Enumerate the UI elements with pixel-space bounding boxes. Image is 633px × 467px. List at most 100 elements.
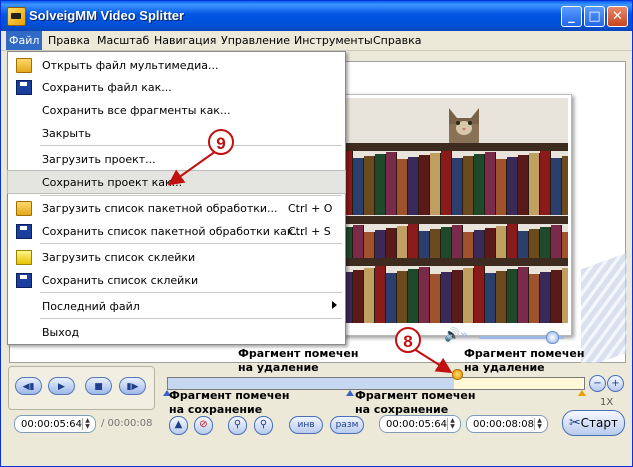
menu-separator [40,292,342,293]
book-spine [474,266,485,323]
book-spine [463,232,474,258]
book-spine [485,152,496,215]
stop-button[interactable]: ■ [85,377,112,395]
prev-frame-button[interactable]: ◀▮ [15,377,42,395]
menu-item-load-join-list[interactable]: Загрузить список склейки [8,246,345,268]
book-spine [518,155,529,215]
book-spine [551,270,562,323]
menu-scale[interactable]: Масштаб [97,34,149,47]
total-time-label: / 00:00:08 [101,418,153,429]
book-spine [375,154,386,215]
book-spine [397,271,408,323]
minimize-button[interactable]: _ [561,6,582,27]
callout-nine: 9 [208,129,234,155]
book-spine [364,232,375,258]
menu-separator [40,243,342,244]
menu-file[interactable]: Файл [6,31,43,50]
book-spine [529,153,540,215]
book-spine [408,157,419,215]
current-time-field[interactable]: 00:00:05:64 ▲ ▼ [14,415,96,433]
book-spine [408,224,419,258]
zoom-in-button[interactable]: + [607,375,624,392]
menu-item-exit[interactable]: Выход [8,321,345,343]
folder-open-icon [16,58,32,73]
position-marker[interactable] [452,369,463,380]
menu-item-open-media[interactable]: Открыть файл мультимедиа... [8,54,345,76]
book-spine [386,273,397,323]
shelf-board [342,143,568,151]
book-spine [386,228,397,258]
menu-item-save-batch-list[interactable]: Сохранить список пакетной обработки как.… [8,220,345,242]
fragment-delete-label: Фрагмент помечен на удаление [238,347,359,374]
callout-eight: 8 [395,327,421,353]
book-spine [441,272,452,323]
mark-in-button[interactable]: ▲ [169,416,188,435]
segment-keep[interactable] [168,378,350,389]
app-window: SolveigMM Video Splitter _ □ ✕ Файл Прав… [0,0,633,467]
book-spine [529,229,540,258]
maximize-button[interactable]: □ [584,6,605,27]
book-spine [430,153,441,215]
close-button[interactable]: ✕ [607,6,628,27]
book-spine [452,270,463,323]
volume-slider-knob[interactable] [546,331,559,344]
menu-item-save-join-list[interactable]: Сохранить список склейки [8,269,345,291]
book-spine [507,269,518,323]
book-spine [485,228,496,258]
shelf-board [342,258,568,266]
marker-prev-button[interactable]: ⚲ [228,416,247,435]
menu-control[interactable]: Управление [221,34,290,47]
book-spine [419,267,430,323]
title-bar[interactable]: SolveigMM Video Splitter _ □ ✕ [1,1,632,31]
menu-bar: Файл Правка Масштаб Навигация Управление… [1,31,632,51]
menu-item-load-batch-list[interactable]: Загрузить список пакетной обработки... C… [8,197,345,219]
mark-out-button[interactable]: ⊘ [194,416,213,435]
book-spine [364,268,375,323]
book-spine [529,274,540,323]
book-spine [474,230,485,258]
menu-edit[interactable]: Правка [48,34,90,47]
play-button[interactable]: ▶ [48,377,75,395]
marker-next-button[interactable]: ⚲ [254,416,273,435]
folder-open-icon [16,201,32,216]
book-spine [551,158,562,215]
segment-keep[interactable] [350,378,454,389]
start-button[interactable]: ✂ Старт [562,410,625,436]
next-frame-button[interactable]: ▮▶ [119,377,146,395]
segment-delete[interactable] [453,378,583,389]
cat-image [449,108,479,146]
menu-item-save-project-as[interactable]: Сохранить проект как... [7,170,346,194]
floppy-disk-icon [16,80,32,95]
menu-item-load-project[interactable]: Загрузить проект... [8,148,345,170]
book-spine [452,225,463,258]
mark-out-time-field[interactable]: 00:00:08:08 ▲ ▼ [466,415,548,433]
menu-tools[interactable]: Инструменты [294,34,373,47]
shelf-board [342,216,568,224]
volume-icon[interactable]: 🔊» [444,328,474,344]
book-spine [562,232,568,258]
book-spine [562,156,568,215]
split-button[interactable]: разм [330,416,364,434]
book-spine [496,159,507,215]
zoom-out-button[interactable]: − [589,375,606,392]
menu-item-save-file-as[interactable]: Сохранить файл как... [8,76,345,98]
book-spine [397,159,408,215]
menu-item-close[interactable]: Закрыть [8,122,345,144]
menu-item-save-all-fragments[interactable]: Сохранить все фрагменты как... [8,99,345,121]
floppy-disk-icon [16,224,32,239]
menu-item-recent-file[interactable]: Последний файл [8,295,345,317]
book-spine [441,227,452,258]
end-marker-triangle [578,390,586,396]
menu-separator [40,145,342,146]
floppy-disk-icon [16,273,32,288]
menu-navigation[interactable]: Навигация [154,34,216,47]
speed-label: 1X [600,397,614,408]
book-spine [474,154,485,215]
invert-button[interactable]: инв [289,416,323,434]
menu-help[interactable]: Справка [373,34,421,47]
mark-in-time-field[interactable]: 00:00:05:64 ▲ ▼ [379,415,461,433]
book-spine [353,270,364,323]
book-spine [496,271,507,323]
video-frame-image [342,98,568,323]
book-spine [540,151,551,215]
